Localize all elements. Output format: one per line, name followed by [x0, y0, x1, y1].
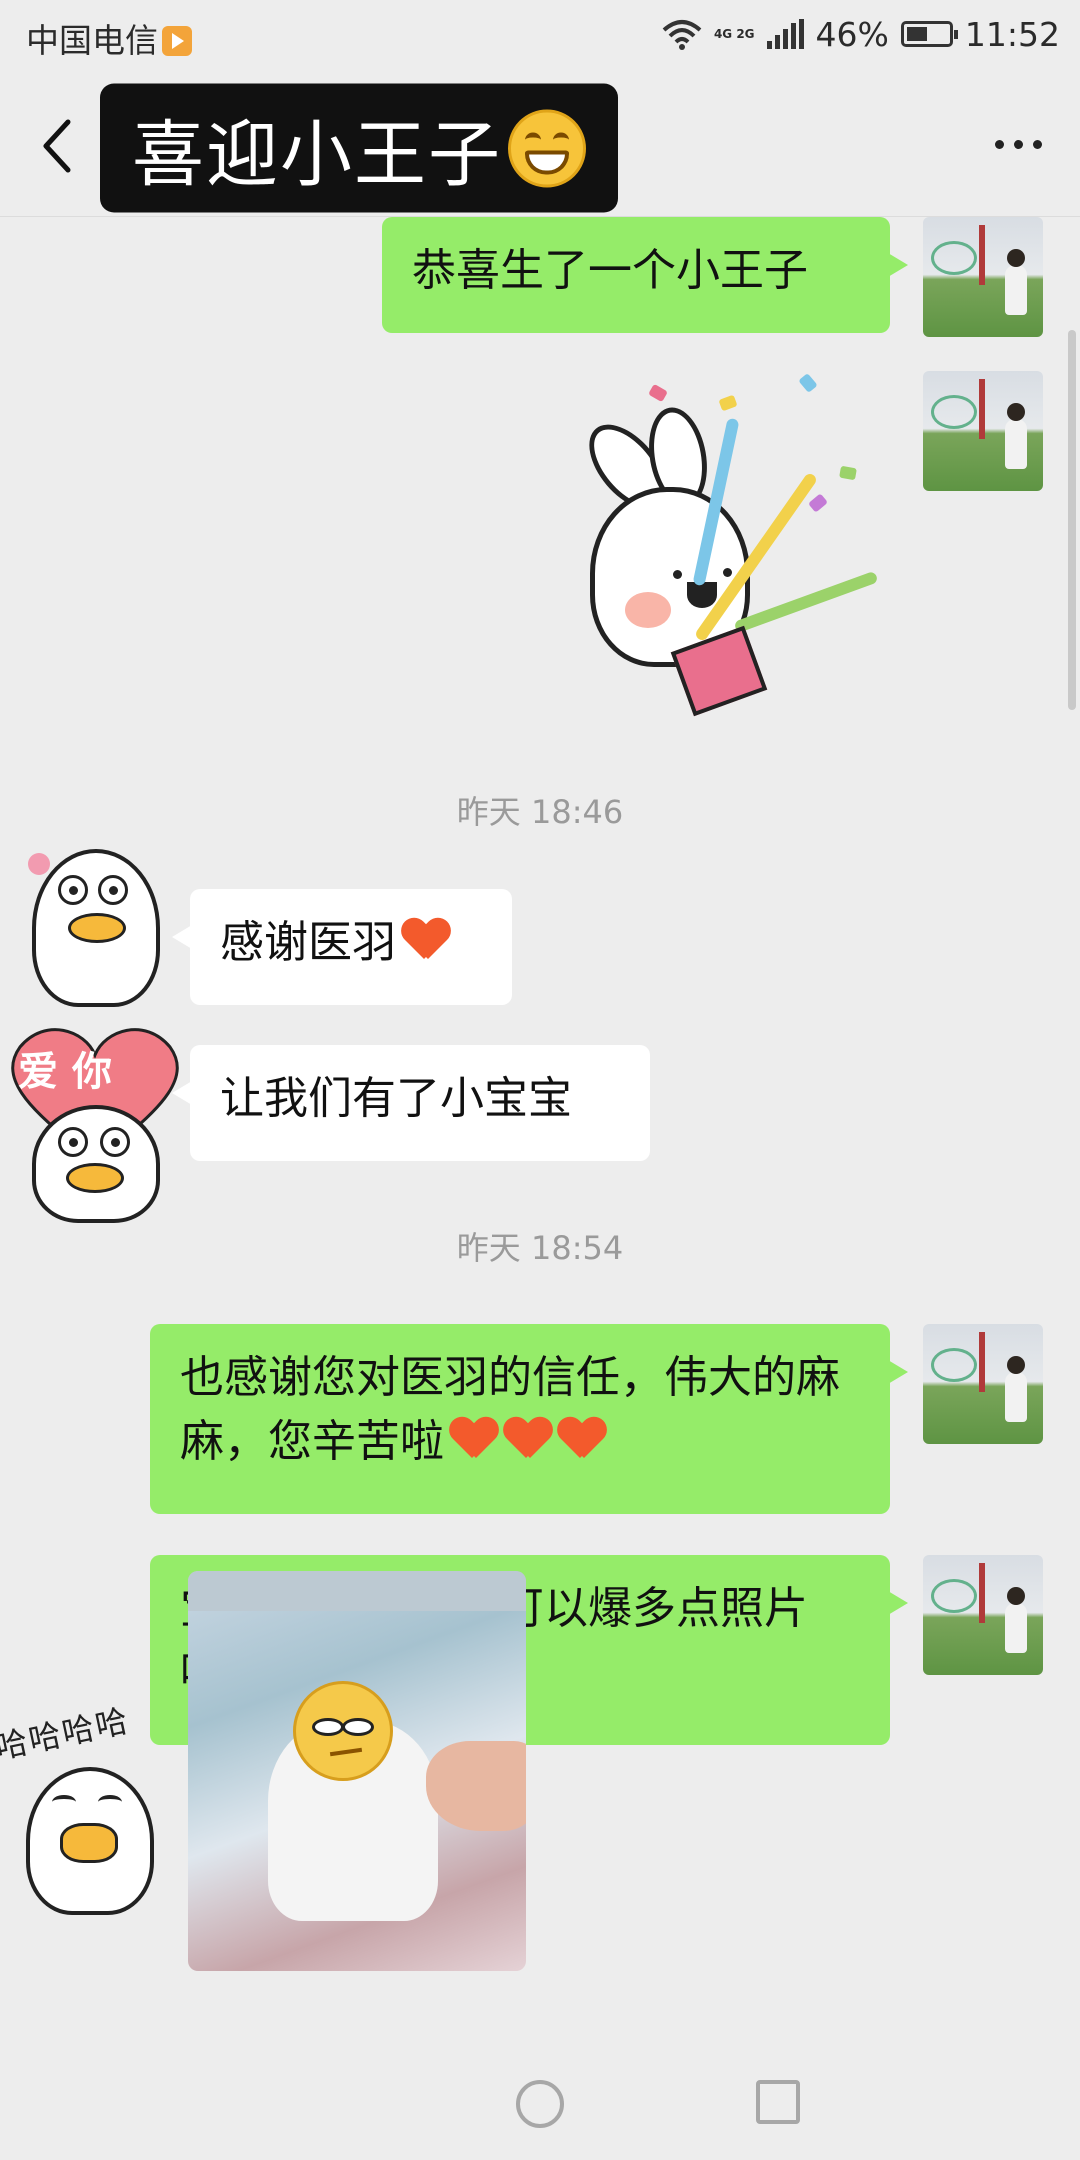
newborn-baby-photo[interactable] — [188, 1571, 526, 1971]
network-type: 4G 2G — [713, 26, 755, 41]
orange-heart-icon — [450, 1418, 498, 1462]
battery-icon — [900, 21, 958, 47]
duck-love-avatar[interactable]: 爱你 — [0, 1025, 190, 1225]
timestamp: 昨天 18:46 — [456, 793, 624, 831]
home-button[interactable] — [516, 2080, 564, 2128]
my-avatar[interactable] — [923, 217, 1043, 337]
celebrating-bunny-sticker[interactable] — [520, 373, 880, 737]
duck-eye-closed — [52, 1795, 76, 1809]
flower-icon — [28, 853, 50, 875]
battery-percent: 46% — [815, 14, 889, 54]
message-text: 让我们有了小宝宝 — [220, 1073, 572, 1124]
duck-avatar[interactable] — [20, 843, 170, 1007]
carrier-video-icon — [162, 26, 192, 56]
carrier-text: 中国电信 — [26, 21, 158, 60]
chat-header: 喜迎小王子 — [0, 76, 1080, 217]
message-text: 恭喜生了一个小王子 — [412, 245, 808, 296]
message-bubble-sent[interactable]: 恭喜生了一个小王子 — [382, 217, 908, 333]
wifi-icon — [662, 20, 702, 50]
my-avatar[interactable] — [923, 1555, 1043, 1675]
chevron-left-icon[interactable] — [38, 116, 78, 176]
orange-heart-icon — [402, 919, 450, 963]
duck-love-text: 爱你 — [18, 1049, 126, 1095]
chat-messages[interactable]: 恭喜生了一个小王子 昨天 18:46 感谢医羽 爱你 让我们有了小宝宝 昨天 1… — [0, 217, 1080, 2160]
status-bar: 中国电信 4G 2G 46% 11:52 — [0, 0, 1080, 76]
message-bubble-received[interactable]: 感谢医羽 — [172, 889, 512, 1005]
duck-laugh-text: 哈哈哈哈 — [0, 1701, 133, 1767]
clock: 11:52 — [964, 14, 1060, 54]
chat-title: 喜迎小王子 — [100, 83, 619, 213]
system-navigation-bar — [0, 2060, 1080, 2160]
carrier-name: 中国电信 — [26, 14, 192, 62]
message-bubble-sent[interactable]: 也感谢您对医羽的信任，伟大的麻麻，您辛苦啦 — [150, 1324, 908, 1514]
my-avatar[interactable] — [923, 1324, 1043, 1444]
recents-button[interactable] — [756, 2080, 800, 2124]
message-text: 感谢医羽 — [220, 917, 396, 968]
more-dots-icon[interactable] — [995, 140, 1042, 149]
orange-heart-icon — [504, 1418, 552, 1462]
my-avatar[interactable] — [923, 371, 1043, 491]
duck-laugh-avatar[interactable]: 哈哈哈哈 — [0, 1697, 190, 1915]
message-bubble-received[interactable]: 让我们有了小宝宝 — [172, 1045, 650, 1161]
duck-eye-closed — [98, 1795, 122, 1809]
grinning-face-icon — [508, 109, 587, 187]
timestamp: 昨天 18:54 — [456, 1229, 624, 1267]
smirk-face-icon — [293, 1681, 393, 1781]
signal-icon — [766, 19, 804, 49]
orange-heart-icon — [558, 1418, 606, 1462]
status-indicators: 4G 2G 46% 11:52 — [662, 14, 1060, 54]
chat-title-text: 喜迎小王子 — [132, 112, 503, 197]
